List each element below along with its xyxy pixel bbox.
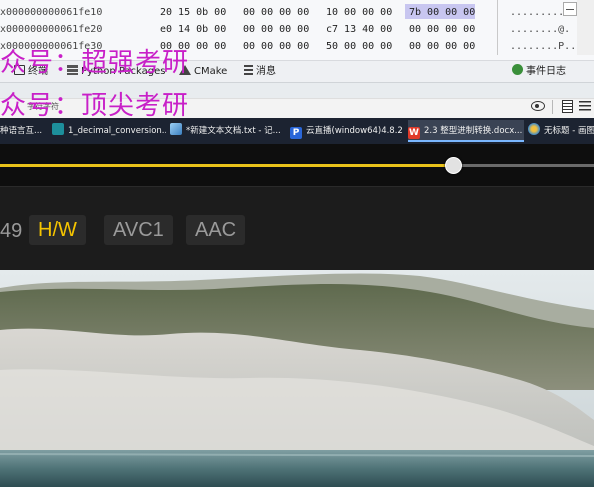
taskbar-item-label: 1_decimal_conversion... bbox=[68, 126, 166, 136]
taskbar-item-label: 2.3 整型进制转换.docx... bbox=[424, 126, 523, 136]
wps-writer-icon: W bbox=[408, 127, 420, 139]
hex-row[interactable]: x000000000061fe20 e0 14 0b 00 00 00 00 0… bbox=[0, 21, 594, 39]
taskbar-item[interactable]: 种语言互... bbox=[0, 120, 48, 142]
notepad-icon bbox=[170, 123, 182, 135]
audio-codec-badge: AAC bbox=[186, 215, 246, 245]
hex-bytes: 00 00 00 00 bbox=[243, 41, 310, 52]
hex-bytes: 10 00 00 00 bbox=[326, 7, 393, 18]
hex-bytes: 50 00 00 00 bbox=[326, 41, 393, 52]
event-log-icon bbox=[512, 64, 523, 75]
taskbar-item-label: *新建文本文档.txt - 记... bbox=[186, 126, 281, 136]
hex-bytes: 00 00 00 00 bbox=[243, 7, 310, 18]
tab-label: CMake bbox=[194, 66, 228, 77]
coastal-landscape-image bbox=[0, 270, 594, 487]
hex-address: x000000000061fe20 bbox=[0, 24, 103, 35]
watermark-line-1: 众号：超强考研 bbox=[0, 48, 190, 78]
hardware-decode-badge[interactable]: H/W bbox=[29, 215, 86, 245]
hex-bytes: 00 00 00 00 bbox=[409, 41, 476, 52]
video-codec-badge: AVC1 bbox=[104, 215, 173, 245]
hex-ascii: ........P.. bbox=[510, 41, 577, 52]
collapse-button[interactable] bbox=[563, 2, 577, 16]
hex-bytes: c7 13 40 00 bbox=[326, 24, 393, 35]
watermark-line-2: 众号：顶尖考研 bbox=[0, 91, 190, 121]
hex-bytes: 00 00 00 00 bbox=[243, 24, 310, 35]
video-frame[interactable] bbox=[0, 270, 594, 487]
live-stream-app-icon: P bbox=[290, 127, 302, 139]
hex-bytes: e0 14 0b 00 bbox=[160, 24, 227, 35]
taskbar-item[interactable]: 无标题 - 画图 bbox=[528, 120, 594, 142]
ide-app-icon bbox=[52, 123, 64, 135]
taskbar-item-active[interactable]: W 2.3 整型进制转换.docx... bbox=[408, 120, 524, 142]
hex-bytes-selected: 7b 00 00 00 bbox=[409, 7, 476, 18]
seek-progress bbox=[0, 164, 453, 167]
taskbar-item[interactable]: 1_decimal_conversion... bbox=[52, 120, 166, 142]
hex-bytes: 20 15 0b 00 bbox=[160, 7, 227, 18]
tab-event-log[interactable]: 事件日志 bbox=[512, 64, 566, 80]
taskbar-item[interactable]: *新建文本文档.txt - 记... bbox=[170, 120, 284, 142]
document-icon[interactable] bbox=[562, 100, 573, 113]
taskbar-item-label: 云直播(window64)4.8.2 bbox=[306, 126, 402, 136]
tab-label: 消息 bbox=[256, 66, 276, 77]
taskbar-item-label: 无标题 - 画图 bbox=[544, 126, 594, 136]
hex-row[interactable]: x000000000061fe10 20 15 0b 00 00 00 00 0… bbox=[0, 4, 594, 22]
vertical-scrollbar[interactable] bbox=[577, 0, 594, 55]
list-lines-icon bbox=[244, 65, 253, 75]
hex-bytes: 00 00 00 00 bbox=[409, 24, 476, 35]
hex-ascii: ........@. bbox=[510, 24, 571, 35]
media-info-bar bbox=[0, 186, 594, 270]
hex-address: x000000000061fe10 bbox=[0, 7, 103, 18]
frame-rate-text: 49 bbox=[0, 220, 23, 242]
eye-icon[interactable] bbox=[531, 101, 545, 111]
tab-messages[interactable]: 消息 bbox=[244, 64, 276, 80]
taskbar-item[interactable]: P 云直播(window64)4.8.2 bbox=[290, 120, 402, 142]
taskbar-item-label: 种语言互... bbox=[0, 126, 43, 136]
tab-label: 事件日志 bbox=[526, 66, 566, 77]
windows-taskbar: 种语言互... 1_decimal_conversion... *新建文本文档.… bbox=[0, 118, 594, 144]
paint-app-icon bbox=[528, 123, 540, 135]
toolbar-divider bbox=[552, 100, 553, 114]
seek-handle[interactable] bbox=[445, 157, 462, 174]
column-divider bbox=[497, 0, 498, 55]
list-view-icon[interactable] bbox=[579, 101, 591, 112]
